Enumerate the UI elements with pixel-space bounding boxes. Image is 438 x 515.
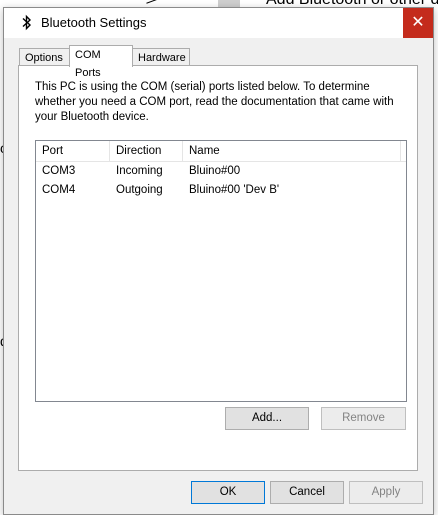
direction-cell: Outgoing — [116, 184, 163, 196]
title-bar[interactable]: Bluetooth Settings ✕ — [4, 8, 433, 38]
close-icon: ✕ — [411, 14, 425, 31]
column-header-port[interactable]: Port — [36, 141, 110, 161]
list-header: Port Direction Name — [36, 141, 406, 162]
remove-port-button[interactable]: Remove — [321, 407, 406, 430]
close-button[interactable]: ✕ — [403, 8, 433, 38]
tab-options[interactable]: Options — [19, 48, 70, 66]
column-header-direction[interactable]: Direction — [110, 141, 183, 161]
tab-com-ports[interactable]: COM Ports — [69, 45, 133, 79]
com-ports-description: This PC is using the COM (serial) ports … — [35, 81, 394, 123]
port-cell: COM4 — [42, 184, 76, 196]
add-port-button[interactable]: Add... — [225, 407, 309, 430]
name-cell: Bluino#00 'Dev B' — [189, 184, 280, 196]
list-item[interactable]: COM4 Outgoing Bluino#00 'Dev B' — [36, 181, 406, 200]
tab-hardware[interactable]: Hardware — [132, 48, 190, 66]
cancel-button[interactable]: Cancel — [270, 481, 344, 504]
window-title: Bluetooth Settings — [41, 15, 147, 30]
screen: Add Bluetooth or other de c d Bluetooth … — [0, 0, 438, 515]
bluetooth-settings-dialog: Bluetooth Settings ✕ Options COM Ports H… — [3, 7, 434, 515]
com-ports-list[interactable]: Port Direction Name COM3 Incoming Bluino… — [35, 140, 407, 402]
direction-cell: Incoming — [116, 165, 163, 177]
list-item[interactable]: COM3 Incoming Bluino#00 — [36, 162, 406, 181]
ok-button[interactable]: OK — [191, 481, 265, 504]
column-header-name[interactable]: Name — [183, 141, 401, 161]
tab-panel-com-ports: This PC is using the COM (serial) ports … — [18, 65, 418, 471]
port-cell: COM3 — [42, 165, 76, 177]
name-cell: Bluino#00 — [189, 165, 241, 177]
bluetooth-icon — [20, 14, 34, 31]
apply-button[interactable]: Apply — [349, 481, 423, 504]
